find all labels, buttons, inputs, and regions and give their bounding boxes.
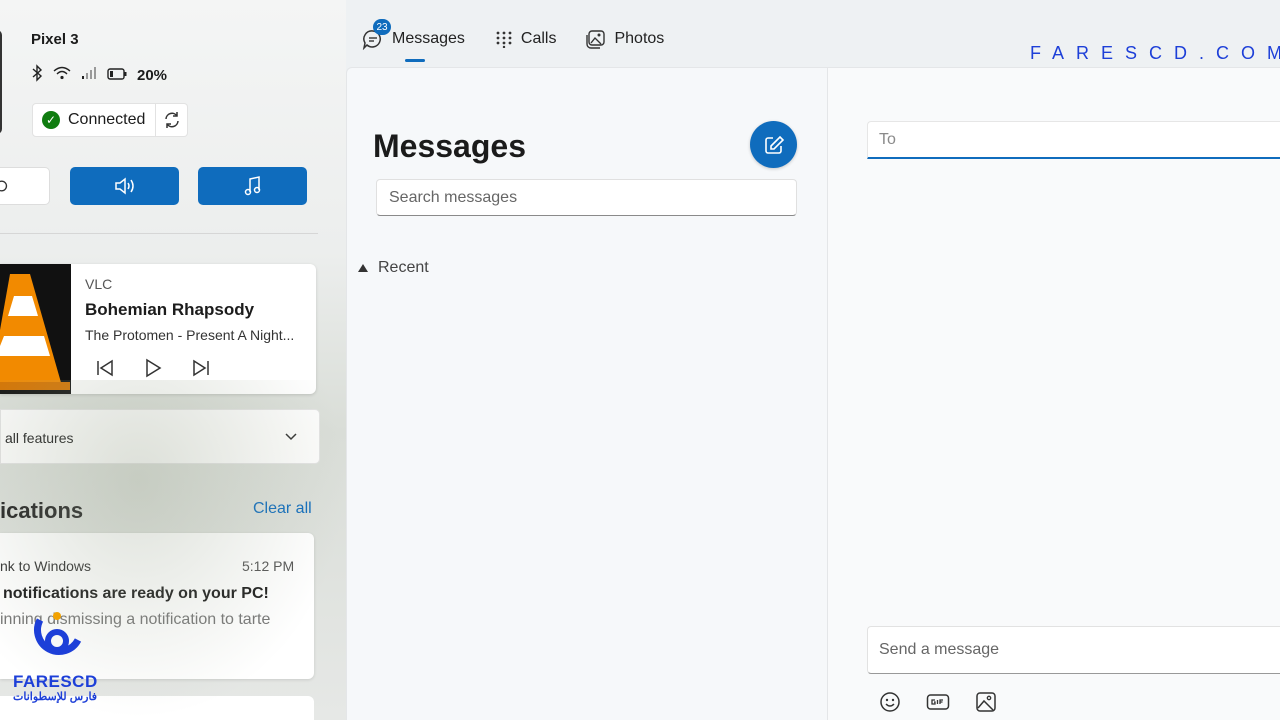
media-app-name: VLC xyxy=(85,276,113,292)
page-title: Messages xyxy=(373,128,526,164)
logo-name: FARESCD xyxy=(13,672,98,691)
refresh-button[interactable] xyxy=(156,103,189,137)
tab-photos[interactable]: Photos xyxy=(586,22,664,56)
image-icon xyxy=(976,692,996,712)
message-input[interactable] xyxy=(867,626,1280,674)
tab-messages[interactable]: 23 Messages xyxy=(362,19,465,62)
previous-icon xyxy=(97,359,113,377)
image-button[interactable] xyxy=(974,690,998,714)
gif-button[interactable] xyxy=(926,690,950,714)
previous-button[interactable] xyxy=(95,358,115,383)
search-input[interactable] xyxy=(376,179,797,216)
device-status-row: 20% xyxy=(31,64,167,86)
music-icon xyxy=(244,176,260,196)
all-features-label: all features xyxy=(5,430,74,446)
connected-label: Connected xyxy=(68,111,146,128)
messages-list-pane: Messages Recent xyxy=(346,67,827,720)
play-button[interactable] xyxy=(143,358,163,383)
refresh-icon xyxy=(165,112,179,128)
unread-badge: 23 xyxy=(373,19,391,35)
check-icon: ✓ xyxy=(42,111,60,129)
notification-time: 5:12 PM xyxy=(242,558,295,574)
new-message-button[interactable] xyxy=(750,121,797,168)
notifications-heading: ications xyxy=(0,498,84,523)
gif-icon xyxy=(926,694,950,710)
recent-label: Recent xyxy=(378,259,429,276)
next-button[interactable] xyxy=(191,358,211,383)
emoji-button[interactable] xyxy=(878,690,902,714)
divider xyxy=(0,233,318,234)
message-toolbar xyxy=(878,690,998,714)
tab-calls-label: Calls xyxy=(520,30,557,47)
notification-app: nk to Windows xyxy=(0,558,92,574)
volume-icon xyxy=(114,177,134,195)
clear-all-link[interactable]: Clear all xyxy=(253,500,312,518)
media-player-card: VLC Bohemian Rhapsody The Protomen - Pre… xyxy=(0,264,316,394)
compose-pane xyxy=(827,67,1280,720)
connection-status: ✓ Connected xyxy=(32,103,189,137)
bluetooth-icon xyxy=(31,64,43,86)
tab-messages-label: Messages xyxy=(392,30,465,47)
top-tabs: 23 Messages Calls Photos xyxy=(362,19,664,62)
battery-icon xyxy=(107,67,127,84)
tab-photos-label: Photos xyxy=(614,30,665,47)
device-name: Pixel 3 xyxy=(31,31,79,48)
chevron-down-icon xyxy=(283,429,299,450)
watermark: FARESCD.COM xyxy=(1030,43,1280,63)
recent-section-toggle[interactable]: Recent xyxy=(357,259,429,277)
caret-up-icon xyxy=(358,264,368,272)
tab-calls[interactable]: Calls xyxy=(495,22,557,56)
compose-icon xyxy=(764,135,784,154)
next-icon xyxy=(193,359,209,377)
media-artist: The Protomen - Present A Night... xyxy=(85,327,295,343)
emoji-icon xyxy=(880,692,900,712)
play-icon xyxy=(146,358,162,378)
farescd-logo: FARESCD فارس للإسطوانات xyxy=(12,612,104,712)
media-title: Bohemian Rhapsody xyxy=(85,300,255,319)
wifi-icon xyxy=(53,66,71,84)
battery-level: 20% xyxy=(137,66,168,84)
signal-icon xyxy=(81,66,97,84)
music-button[interactable] xyxy=(198,167,307,205)
media-controls xyxy=(95,358,211,383)
phone-image xyxy=(0,30,2,134)
active-tab-indicator xyxy=(405,59,425,62)
dialpad-icon xyxy=(496,31,512,48)
farescd-logo-mark xyxy=(34,612,82,655)
volume-button[interactable] xyxy=(70,167,179,205)
all-features-dropdown[interactable]: all features xyxy=(0,409,320,464)
photos-icon xyxy=(586,30,606,49)
more-icon xyxy=(0,180,8,192)
notification-title: notifications are ready on your PC! xyxy=(3,585,269,602)
vlc-album-art xyxy=(0,264,71,394)
recipient-input[interactable] xyxy=(867,121,1280,159)
quick-action-more-button[interactable] xyxy=(0,167,50,205)
connected-badge: ✓ Connected xyxy=(32,103,157,137)
logo-subtitle: فارس للإسطوانات xyxy=(13,691,98,703)
